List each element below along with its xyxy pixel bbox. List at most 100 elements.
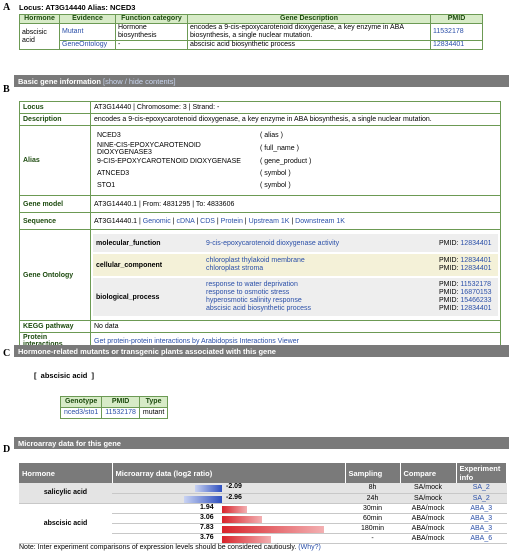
col-hormone: Hormone xyxy=(19,463,113,483)
locus-label: Locus xyxy=(19,101,91,114)
cdna-link[interactable]: cDNA xyxy=(177,218,195,225)
go-category: cellular_component xyxy=(96,261,163,269)
go-term-link[interactable]: response to water deprivation xyxy=(206,281,298,288)
upstream-link[interactable]: Upstream 1K xyxy=(249,218,290,225)
alias-list: NCED3 ( alias ) NINE-CIS-EPOXYCAROTENOID … xyxy=(90,125,501,196)
col-experiment: Experiment info xyxy=(456,463,507,483)
alias-type: ( symbol ) xyxy=(260,170,291,177)
section-d-header: Microarray data for this gene xyxy=(14,437,509,449)
protein-link[interactable]: Protein xyxy=(221,218,243,225)
go-pmid-link[interactable]: 11532178 xyxy=(460,281,491,288)
go-pmid-link[interactable]: 12834401 xyxy=(460,257,491,264)
go-table: molecular_function 9-cis-epoxycarotenoid… xyxy=(93,232,498,318)
microarray-bar-cell: 1.94 xyxy=(112,503,345,514)
gene-model-value: AT3G14440.1 | From: 4831295 | To: 483360… xyxy=(90,195,501,213)
show-hide-toggle[interactable]: [show / hide contents] xyxy=(103,77,176,86)
type-cell: mutant xyxy=(138,407,169,419)
experiment-link[interactable]: ABA_3 xyxy=(470,525,492,532)
go-term-link[interactable]: abscisic acid biosynthetic process xyxy=(206,305,311,312)
go-term-link[interactable]: chloroplast thylakoid membrane xyxy=(206,257,305,264)
go-term-link[interactable]: response to osmotic stress xyxy=(206,289,289,296)
col-hormone: Hormone xyxy=(19,14,60,24)
go-pmid-link[interactable]: 12834401 xyxy=(460,305,491,312)
alias-name: NCED3 xyxy=(97,132,121,139)
sequence-prefix: AT3G14440.1 | xyxy=(94,217,141,225)
pmid-link[interactable]: 11532178 xyxy=(105,409,136,416)
kegg-value: No data xyxy=(90,320,501,333)
inter-experiment-note: Note: Inter experiment comparisons of ex… xyxy=(19,544,321,551)
hormone-cell: salicylic acid xyxy=(19,483,112,504)
log2-ratio-bar xyxy=(222,505,248,513)
pmid-prefix: PMID: xyxy=(439,297,459,304)
alias-type: ( alias ) xyxy=(260,132,283,139)
log2-ratio-bar xyxy=(183,495,222,503)
go-pmid-link[interactable]: 12834401 xyxy=(460,265,491,272)
microarray-bar-cell: 3.06 xyxy=(112,513,345,524)
sequence-label: Sequence xyxy=(19,212,91,230)
experiment-link[interactable]: ABA_6 xyxy=(470,535,492,542)
go-pmid-link[interactable]: 15466233 xyxy=(460,297,491,304)
alias-name: STO1 xyxy=(97,182,116,189)
pmid-prefix: PMID: xyxy=(439,305,459,312)
section-b-header: Basic gene information [show / hide cont… xyxy=(14,75,509,87)
cds-link[interactable]: CDS xyxy=(200,218,215,225)
pmid-prefix: PMID: xyxy=(439,257,459,264)
bracket-close: ] xyxy=(91,371,95,380)
col-genotype: Genotype xyxy=(59,396,103,408)
col-microarray: Microarray data (log2 ratio) xyxy=(112,463,346,483)
go-pmid-link[interactable]: 16870153 xyxy=(460,289,491,296)
go-pmid-link[interactable]: 12834401 xyxy=(460,240,491,247)
go-term-link[interactable]: 9-cis-epoxycarotenoid dioxygenase activi… xyxy=(206,240,339,247)
hormone-evidence-table: Hormone Evidence Function category Gene … xyxy=(19,14,483,50)
col-evidence: Evidence xyxy=(59,14,116,24)
section-d-letter: D xyxy=(3,444,11,455)
compare-cell: ABA/mock xyxy=(400,503,456,514)
evidence-link[interactable]: GeneOntology xyxy=(62,41,107,48)
sampling-cell: 30min xyxy=(345,503,400,514)
description-label: Description xyxy=(19,113,91,126)
microarray-bar-cell: 3.76 xyxy=(112,533,345,544)
log2-ratio-bar xyxy=(194,485,222,492)
microarray-bar-cell: 7.83 xyxy=(112,523,345,534)
experiment-link[interactable]: ABA_3 xyxy=(470,505,492,512)
mutants-table: Genotype PMID Type nced3/sto1 11532178 m… xyxy=(59,396,169,419)
go-term-link[interactable]: chloroplast stroma xyxy=(206,265,263,272)
locus-title: Locus: AT3G14440 Alias: NCED3 xyxy=(19,3,136,12)
evidence-link[interactable]: Mutant xyxy=(62,28,83,35)
sampling-cell: 24h xyxy=(345,493,400,504)
log2-ratio-bar xyxy=(222,515,262,523)
experiment-link[interactable]: ABA_3 xyxy=(470,515,492,522)
alias-type: ( gene_product ) xyxy=(260,158,312,165)
section-b-title: Basic gene information xyxy=(18,77,101,86)
genotype-link[interactable]: nced3/sto1 xyxy=(64,409,98,416)
note-text: Note: Inter experiment comparisons of ex… xyxy=(19,544,297,551)
pmid-prefix: PMID: xyxy=(439,239,459,247)
col-type: Type xyxy=(138,396,169,408)
alias-type: ( symbol ) xyxy=(260,182,291,189)
col-pmid: PMID xyxy=(101,396,140,408)
hormone-cell: abscisic acid xyxy=(19,23,60,50)
experiment-link[interactable]: SA_2 xyxy=(473,484,490,491)
sampling-cell: 60min xyxy=(345,513,400,524)
why-link[interactable]: (Why?) xyxy=(298,544,321,551)
experiment-link[interactable]: SA_2 xyxy=(473,495,490,502)
section-c-letter: C xyxy=(3,348,11,359)
locus-value: AT3G14440 | Chromosome: 3 | Strand: - xyxy=(90,101,501,114)
go-term-link[interactable]: hyperosmotic salinity response xyxy=(206,297,302,304)
pmid-link[interactable]: 12834401 xyxy=(433,41,464,48)
compare-cell: ABA/mock xyxy=(400,533,456,544)
pmid-prefix: PMID: xyxy=(439,265,459,272)
downstream-link[interactable]: Downstream 1K xyxy=(295,218,345,225)
pmid-link[interactable]: 11532178 xyxy=(433,28,464,35)
description-cell: encodes a 9-cis-epoxycarotenoid dioxygen… xyxy=(187,23,431,41)
gene-model-label: Gene model xyxy=(19,195,91,213)
log2-ratio-value: 3.76 xyxy=(200,533,214,541)
sampling-cell: - xyxy=(345,533,400,544)
interactions-viewer-link[interactable]: Get protein-protein interactions by Arab… xyxy=(94,338,299,345)
genomic-link[interactable]: Genomic xyxy=(143,218,171,225)
go-container: molecular_function 9-cis-epoxycarotenoid… xyxy=(90,229,501,321)
compare-cell: ABA/mock xyxy=(400,523,456,534)
description-value: encodes a 9-cis-epoxycarotenoid dioxygen… xyxy=(90,113,501,126)
section-c-header: Hormone-related mutants or transgenic pl… xyxy=(14,345,509,357)
alias-name: 9-CIS-EPOXYCAROTENOID DIOXYGENASE xyxy=(97,158,241,165)
